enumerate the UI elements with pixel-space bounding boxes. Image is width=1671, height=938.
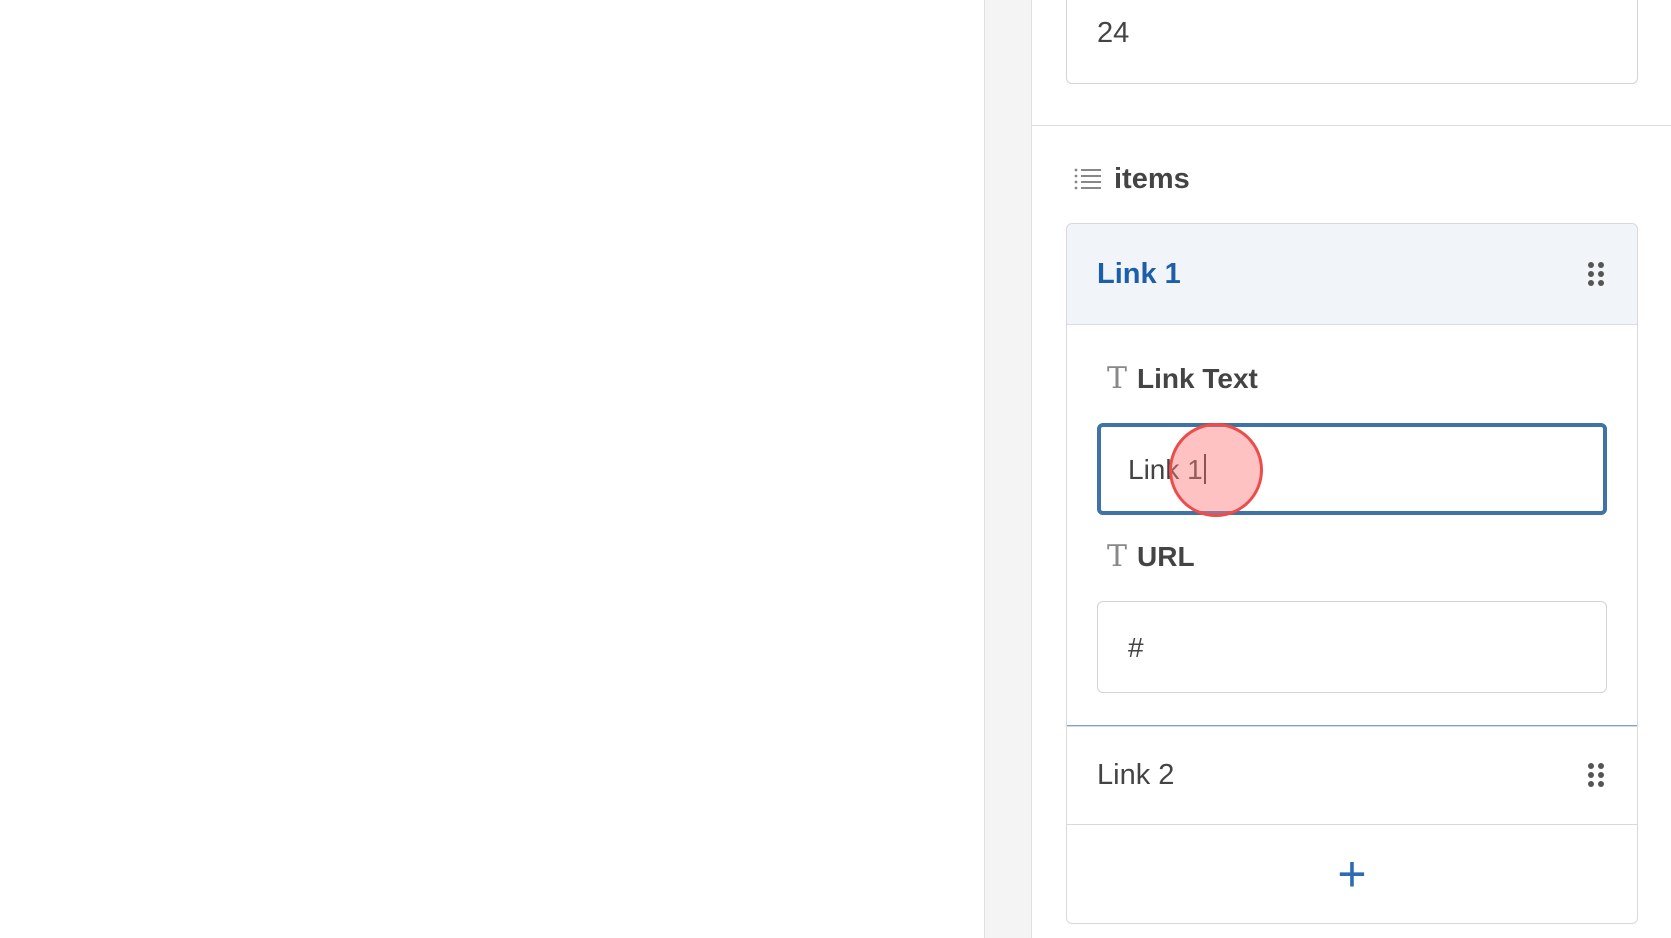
link-text-input[interactable]: Link 1 <box>1097 423 1607 515</box>
page-canvas <box>0 0 984 938</box>
list-item-link-1: Link 1 T Link Text Link 1 T URL # <box>1067 224 1637 726</box>
text-type-icon: T <box>1107 539 1128 574</box>
url-label: T URL <box>1107 539 1195 574</box>
item-title: Link 2 <box>1097 759 1175 791</box>
properties-panel: 24 items Link 1 T Link Text Link 1 T URL… <box>1032 0 1671 938</box>
item-body: T Link Text Link 1 T URL # <box>1067 325 1637 725</box>
item-title: Link 1 <box>1097 257 1181 290</box>
text-type-icon: T <box>1107 361 1128 396</box>
add-item-button[interactable]: + <box>1067 824 1637 923</box>
link-text-label: T Link Text <box>1107 361 1258 396</box>
number-field[interactable]: 24 <box>1066 0 1638 84</box>
list-icon <box>1074 167 1102 191</box>
text-caret <box>1203 454 1206 484</box>
url-input[interactable]: # <box>1097 601 1607 693</box>
panel-gutter <box>984 0 1032 938</box>
section-divider <box>1032 125 1671 126</box>
plus-icon: + <box>1337 846 1367 902</box>
list-item-link-2[interactable]: Link 2 <box>1067 726 1637 824</box>
drag-handle-icon[interactable] <box>1585 763 1607 788</box>
items-label: items <box>1114 162 1190 195</box>
items-list: Link 1 T Link Text Link 1 T URL # Link 2… <box>1066 223 1638 924</box>
item-header-link-1[interactable]: Link 1 <box>1067 224 1637 325</box>
drag-handle-icon[interactable] <box>1585 261 1607 286</box>
items-section-label: items <box>1074 161 1190 197</box>
